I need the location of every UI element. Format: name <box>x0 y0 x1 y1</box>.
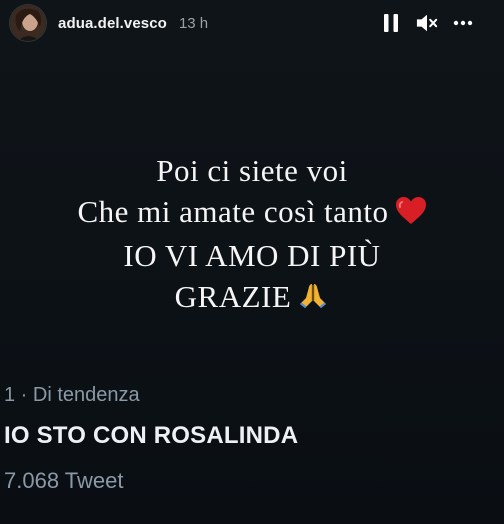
caption-text-4: GRAZIE <box>174 279 292 314</box>
red-heart-icon <box>395 194 427 235</box>
avatar-image <box>10 5 46 41</box>
caption-text-3: IO VI AMO DI PIÙ <box>123 238 381 273</box>
caption-text-1: Poi ci siete voi <box>156 153 348 188</box>
caption-line-3: IO VI AMO DI PIÙ <box>0 235 504 276</box>
story-controls <box>380 12 474 34</box>
caption-line-2: Che mi amate così tanto <box>0 191 504 235</box>
trend-category: 1 · Di tendenza <box>4 384 140 406</box>
caption-text-2: Che mi amate così tanto <box>77 194 389 229</box>
praying-hands-icon <box>297 279 329 320</box>
story-caption: Poi ci siete voi Che mi amate così tanto… <box>0 150 504 320</box>
speaker-muted-icon <box>416 14 438 32</box>
pause-icon <box>384 14 398 32</box>
username[interactable]: adua.del.vesco <box>58 15 167 32</box>
pause-button[interactable] <box>380 12 402 34</box>
caption-line-4: GRAZIE <box>0 276 504 320</box>
trend-title[interactable]: IO STO CON ROSALINDA <box>4 422 298 450</box>
mute-button[interactable] <box>416 12 438 34</box>
tweet-count: 7.068 Tweet <box>4 468 124 493</box>
post-time: 13 h <box>178 14 209 32</box>
more-horizontal-icon <box>453 20 473 26</box>
avatar[interactable] <box>10 5 46 41</box>
story-header: adua.del.vesco 13 h <box>0 0 504 46</box>
more-options-button[interactable] <box>452 12 474 34</box>
story-viewer: adua.del.vesco 13 h Poi ci siete voi Che… <box>0 0 504 524</box>
caption-line-1: Poi ci siete voi <box>0 150 504 191</box>
